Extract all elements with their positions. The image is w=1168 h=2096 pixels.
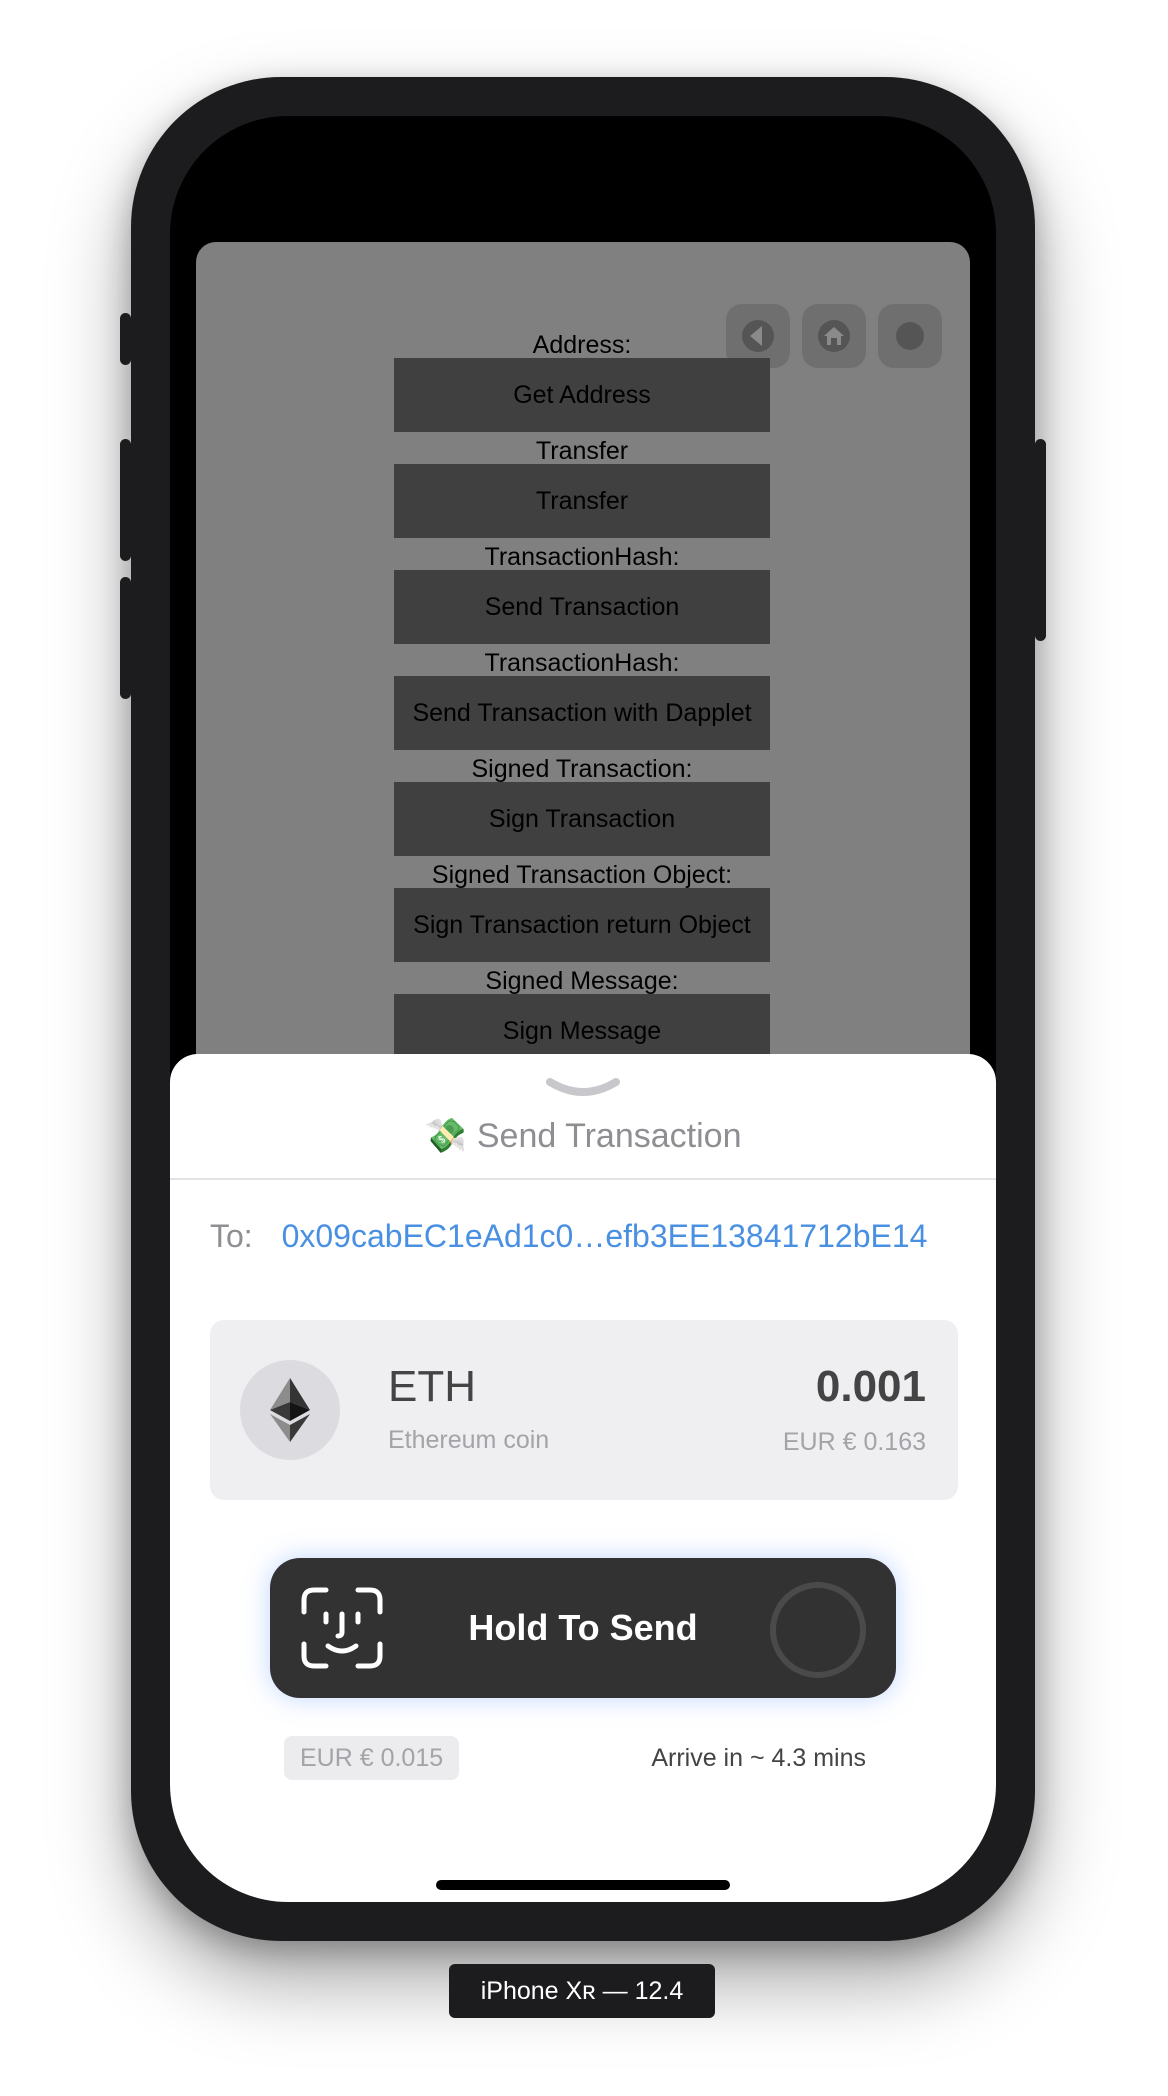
address-label: Address: [532,331,632,359]
transfer-label: Transfer [535,437,629,465]
phone-frame: Address: Get Address Transfer Transfer T… [120,77,1046,1941]
volume-up-button [120,439,131,561]
sign-transaction-button[interactable]: Sign Transaction [394,782,770,856]
screen: Address: Get Address Transfer Transfer T… [170,116,996,1902]
arrival-estimate: Arrive in ~ 4.3 mins [651,1744,866,1772]
signed-transaction-label: Signed Transaction: [471,755,693,783]
ethereum-icon [240,1360,340,1460]
record-icon [896,322,924,350]
chevron-down-icon[interactable] [546,1076,620,1100]
send-transaction-sheet: 💸 Send Transaction To: 0x09cabEC1eAd1c0…… [170,1054,996,1902]
signed-message-label: Signed Message: [485,967,679,995]
coin-fiat-value: EUR € 0.163 [782,1428,926,1456]
transaction-hash-label: TransactionHash: [484,543,680,571]
action-list: Address: Get Address Transfer Transfer T… [394,332,770,1074]
coin-amount: 0.001 [815,1362,926,1411]
transfer-button[interactable]: Transfer [394,464,770,538]
volume-down-button [120,577,131,699]
record-button[interactable] [878,304,942,368]
sheet-title-text: Send Transaction [476,1116,742,1155]
hold-to-send-button[interactable]: Hold To Send [270,1558,896,1698]
home-indicator[interactable] [436,1880,730,1890]
simulator-device-label: iPhone Xʀ — 12.4 [449,1964,715,2018]
power-button [1035,439,1046,641]
network-fee-badge: EUR € 0.015 [284,1736,460,1780]
sheet-title: 💸 Send Transaction [170,1116,996,1156]
mute-switch [120,313,131,365]
recipient-address[interactable]: 0x09cabEC1eAd1c0…efb3EE13841712bE14 [282,1218,928,1254]
money-wings-icon: 💸 [424,1117,467,1155]
progress-ring [770,1582,866,1678]
home-button[interactable] [802,304,866,368]
recipient-row: To: 0x09cabEC1eAd1c0…efb3EE13841712bE14 [210,1218,927,1255]
send-transaction-dapplet-button[interactable]: Send Transaction with Dapplet [394,676,770,750]
signed-transaction-object-label: Signed Transaction Object: [431,861,733,889]
to-label: To: [210,1218,253,1254]
coin-symbol: ETH [388,1362,476,1411]
home-icon [818,320,850,352]
coin-name: Ethereum coin [388,1426,550,1454]
coin-card: ETH Ethereum coin 0.001 EUR € 0.163 [210,1320,958,1500]
get-address-button[interactable]: Get Address [394,358,770,432]
transaction-hash-dapplet-label: TransactionHash: [484,649,680,677]
sign-transaction-object-button[interactable]: Sign Transaction return Object [394,888,770,962]
divider [170,1178,996,1180]
notch [392,116,854,180]
send-transaction-button[interactable]: Send Transaction [394,570,770,644]
